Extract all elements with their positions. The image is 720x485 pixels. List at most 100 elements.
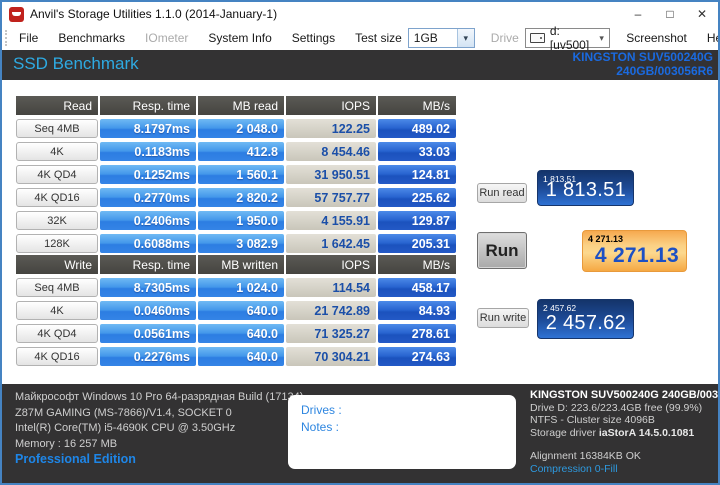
run-read-button[interactable]: Run read [477,183,527,203]
write-row-label-button[interactable]: Seq 4MB [16,278,98,297]
drive-value: d: [uv500] [545,24,594,52]
mb-read-cell: 2 048.0 [198,119,284,138]
read-row-label-button[interactable]: 128K [16,234,98,253]
read-score-value: 1 813.51 [546,179,626,202]
resp-time-cell: 0.0460ms [100,301,196,320]
write-header-resp-time: Resp. time [100,255,196,274]
test-size-select[interactable]: 1GB ▾ [408,28,475,48]
mbs-cell: 124.81 [378,165,456,184]
read-row-label-button[interactable]: 4K [16,142,98,161]
minimize-button[interactable]: – [622,2,654,26]
compression-link[interactable]: Compression 0-Fill [530,463,718,476]
read-header-label: Read [16,96,98,115]
drive-label: Drive [483,31,521,45]
toolbar-grip [5,30,7,46]
drive-capacity: Drive D: 223.6/223.4GB free (99.9%) [530,402,718,415]
menu-benchmarks[interactable]: Benchmarks [50,31,133,45]
iops-cell: 70 304.21 [286,347,376,366]
drive-model: KINGSTON SUV500240G 240GB/003056R6 [530,389,718,402]
write-table: Write Resp. time MB written IOPS MB/s Se… [16,255,456,366]
write-score-box: 2 457.62 2 457.62 [537,299,634,339]
window-title: Anvil's Storage Utilities 1.1.0 (2014-Ja… [30,7,277,21]
write-header-label: Write [16,255,98,274]
write-header-iops: IOPS [286,255,376,274]
resp-time-cell: 0.1252ms [100,165,196,184]
read-row-label-button[interactable]: Seq 4MB [16,119,98,138]
device-model-line1: KINGSTON SUV500240G [572,51,713,65]
drive-icon [530,33,545,43]
storage-driver-version: iaStorA 14.5.0.1081 [599,427,694,439]
resp-time-cell: 8.7305ms [100,278,196,297]
device-model: KINGSTON SUV500240G 240GB/003056R6 [572,51,713,78]
test-size-value: 1GB [409,31,457,45]
menu-help[interactable]: Help [699,31,720,45]
mb-read-cell: 1 560.1 [198,165,284,184]
maximize-button[interactable]: □ [654,2,686,26]
menu-screenshot[interactable]: Screenshot [618,31,695,45]
mbs-cell: 489.02 [378,119,456,138]
titlebar: Anvil's Storage Utilities 1.1.0 (2014-Ja… [2,2,718,26]
system-info: Майкрософт Windows 10 Pro 64-разрядная B… [15,390,303,452]
menubar: File Benchmarks IOmeter System Info Sett… [2,26,718,50]
total-score-small: 4 271.13 [588,234,623,244]
notes-box[interactable]: Drives : Notes : [288,395,516,469]
total-score-value: 4 271.13 [595,244,679,268]
iops-cell: 4 155.91 [286,211,376,230]
read-header-iops: IOPS [286,96,376,115]
mb-read-cell: 1 950.0 [198,211,284,230]
test-size-label: Test size [347,31,404,45]
write-row-label-button[interactable]: 4K QD16 [16,347,98,366]
storage-driver: Storage driver iaStorA 14.5.0.1081 [530,427,718,440]
iops-cell: 21 742.89 [286,301,376,320]
menu-settings[interactable]: Settings [284,31,343,45]
write-row-label-button[interactable]: 4K QD4 [16,324,98,343]
menu-system-info[interactable]: System Info [200,31,279,45]
run-button[interactable]: Run [477,232,527,269]
iops-cell: 114.54 [286,278,376,297]
read-row-label-button[interactable]: 4K QD16 [16,188,98,207]
chevron-down-icon[interactable]: ▾ [457,29,474,47]
mb-written-cell: 640.0 [198,301,284,320]
device-model-line2: 240GB/003056R6 [572,65,713,79]
read-row-label-button[interactable]: 32K [16,211,98,230]
mbs-cell: 278.61 [378,324,456,343]
iops-cell: 8 454.46 [286,142,376,161]
storage-driver-label: Storage driver [530,427,599,439]
drive-details: KINGSTON SUV500240G 240GB/003056R6 Drive… [530,389,718,475]
mb-written-cell: 640.0 [198,347,284,366]
mbs-cell: 274.63 [378,347,456,366]
mb-read-cell: 412.8 [198,142,284,161]
close-button[interactable]: ✕ [686,2,718,26]
resp-time-cell: 0.1183ms [100,142,196,161]
resp-time-cell: 0.2770ms [100,188,196,207]
page-title: SSD Benchmark [13,54,139,74]
mb-written-cell: 640.0 [198,324,284,343]
resp-time-cell: 0.2406ms [100,211,196,230]
mb-written-cell: 1 024.0 [198,278,284,297]
iops-cell: 122.25 [286,119,376,138]
total-score-box: 4 271.13 4 271.13 [582,230,687,272]
iops-cell: 71 325.27 [286,324,376,343]
mbs-cell: 225.62 [378,188,456,207]
read-table: Read Resp. time MB read IOPS MB/s Seq 4M… [16,96,456,253]
write-score-value: 2 457.62 [546,312,626,335]
memory-info: Memory : 16 257 MB [15,437,303,453]
run-write-button[interactable]: Run write [477,308,529,328]
mbs-cell: 458.17 [378,278,456,297]
write-row-label-button[interactable]: 4K [16,301,98,320]
write-header-mbs: MB/s [378,255,456,274]
read-row-label-button[interactable]: 4K QD4 [16,165,98,184]
notes-label: Notes : [301,419,516,436]
drives-label: Drives : [301,402,516,419]
menu-file[interactable]: File [11,31,46,45]
write-header-mb-written: MB written [198,255,284,274]
mbs-cell: 33.03 [378,142,456,161]
motherboard-info: Z87M GAMING (MS-7866)/V1.4, SOCKET 0 [15,406,303,422]
cpu-info: Intel(R) Core(TM) i5-4690K CPU @ 3.50GHz [15,421,303,437]
chevron-down-icon: ▾ [594,33,609,44]
resp-time-cell: 8.1797ms [100,119,196,138]
alignment-info: Alignment 16384KB OK [530,450,718,463]
footer-panel: Майкрософт Windows 10 Pro 64-разрядная B… [2,384,718,483]
app-window: Anvil's Storage Utilities 1.1.0 (2014-Ja… [0,0,720,485]
drive-select[interactable]: d: [uv500] ▾ [525,28,610,48]
